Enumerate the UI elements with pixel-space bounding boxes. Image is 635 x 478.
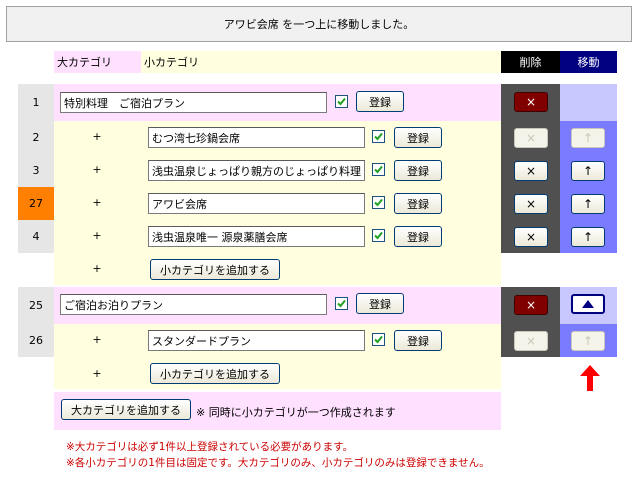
item-id: 3: [18, 154, 54, 187]
group-enabled-checkbox[interactable]: [335, 297, 348, 310]
plus-sign: +: [92, 130, 102, 143]
item-enabled-checkbox[interactable]: [372, 196, 385, 209]
group-name-input[interactable]: 特別料理 ご宿泊プラン: [60, 92, 327, 113]
group-id: 25: [18, 287, 54, 324]
checkmark-icon: [374, 132, 383, 141]
move-group-up-button[interactable]: [571, 294, 605, 314]
checkmark-icon: [374, 198, 383, 207]
plus-sign: +: [92, 196, 102, 209]
group-name-input[interactable]: ご宿泊お泊りプラン: [60, 294, 327, 315]
move-up-button[interactable]: ↑: [571, 227, 605, 247]
delete-item-button[interactable]: ×: [514, 227, 548, 247]
add-large-note: ※ 同時に小カテゴリが一つ作成されます: [196, 406, 396, 419]
item-id-highlighted: 27: [18, 187, 54, 220]
header-move: 移動: [560, 51, 617, 73]
delete-item-button[interactable]: ×: [514, 194, 548, 214]
plus-sign: +: [92, 262, 102, 275]
add-small-category-button[interactable]: 小カテゴリを追加する: [150, 363, 280, 384]
move-up-button: ↑: [571, 128, 605, 148]
checkmark-icon: [337, 97, 346, 106]
item-name-input[interactable]: 浅虫温泉唯一 源泉薬膳会席: [148, 226, 365, 247]
item-enabled-checkbox[interactable]: [372, 163, 385, 176]
delete-item-button[interactable]: ×: [514, 161, 548, 181]
move-up-button[interactable]: ↑: [571, 194, 605, 214]
header-delete: 削除: [501, 51, 560, 73]
item-name-input[interactable]: 浅虫温泉じょっぱり親方のじょっぱり料理: [148, 160, 365, 181]
register-button[interactable]: 登録: [394, 330, 442, 351]
header-small-category: 小カテゴリ: [141, 51, 501, 73]
item-id: 26: [18, 324, 54, 357]
item-name-input[interactable]: スタンダードプラン: [148, 330, 365, 351]
item-enabled-checkbox[interactable]: [372, 130, 385, 143]
plus-sign: +: [92, 333, 102, 346]
plus-sign: +: [92, 229, 102, 242]
item-id: 4: [18, 220, 54, 253]
red-arrow-up-icon: [580, 365, 600, 391]
status-message: アワビ会席 を一つ上に移動しました。: [6, 6, 632, 42]
move-up-button[interactable]: ↑: [571, 161, 605, 181]
delete-item-button: ×: [514, 331, 548, 351]
register-button[interactable]: 登録: [394, 226, 442, 247]
item-name-input[interactable]: アワビ会席: [148, 193, 365, 214]
item-name-input[interactable]: むつ湾七珍鍋会席: [148, 127, 365, 148]
register-button[interactable]: 登録: [394, 193, 442, 214]
register-button[interactable]: 登録: [394, 160, 442, 181]
delete-item-button: ×: [514, 128, 548, 148]
move-up-button: ↑: [571, 331, 605, 351]
item-id: 2: [18, 121, 54, 154]
note-line-1: ※大カテゴリは必ず1件以上登録されている必要があります。: [66, 441, 354, 453]
item-enabled-checkbox[interactable]: [372, 229, 385, 242]
checkmark-icon: [374, 231, 383, 240]
group-id: 1: [18, 84, 54, 121]
group-enabled-checkbox[interactable]: [335, 95, 348, 108]
move-cell: [560, 84, 617, 121]
triangle-up-icon: [582, 300, 594, 308]
item-enabled-checkbox[interactable]: [372, 333, 385, 346]
add-large-category-button[interactable]: 大カテゴリを追加する: [61, 399, 191, 420]
register-button[interactable]: 登録: [394, 127, 442, 148]
register-button[interactable]: 登録: [356, 91, 404, 112]
checkmark-icon: [337, 299, 346, 308]
header-large-category: 大カテゴリ: [54, 51, 141, 73]
add-small-category-button[interactable]: 小カテゴリを追加する: [150, 259, 280, 280]
checkmark-icon: [374, 165, 383, 174]
note-line-2: ※各小カテゴリの1件目は固定です。大カテゴリのみ、小カテゴリのみは登録できません…: [66, 457, 490, 469]
delete-group-button[interactable]: ×: [514, 92, 548, 112]
register-button[interactable]: 登録: [356, 293, 404, 314]
checkmark-icon: [374, 335, 383, 344]
plus-sign: +: [92, 367, 102, 380]
plus-sign: +: [92, 163, 102, 176]
delete-group-button[interactable]: ×: [514, 295, 548, 315]
